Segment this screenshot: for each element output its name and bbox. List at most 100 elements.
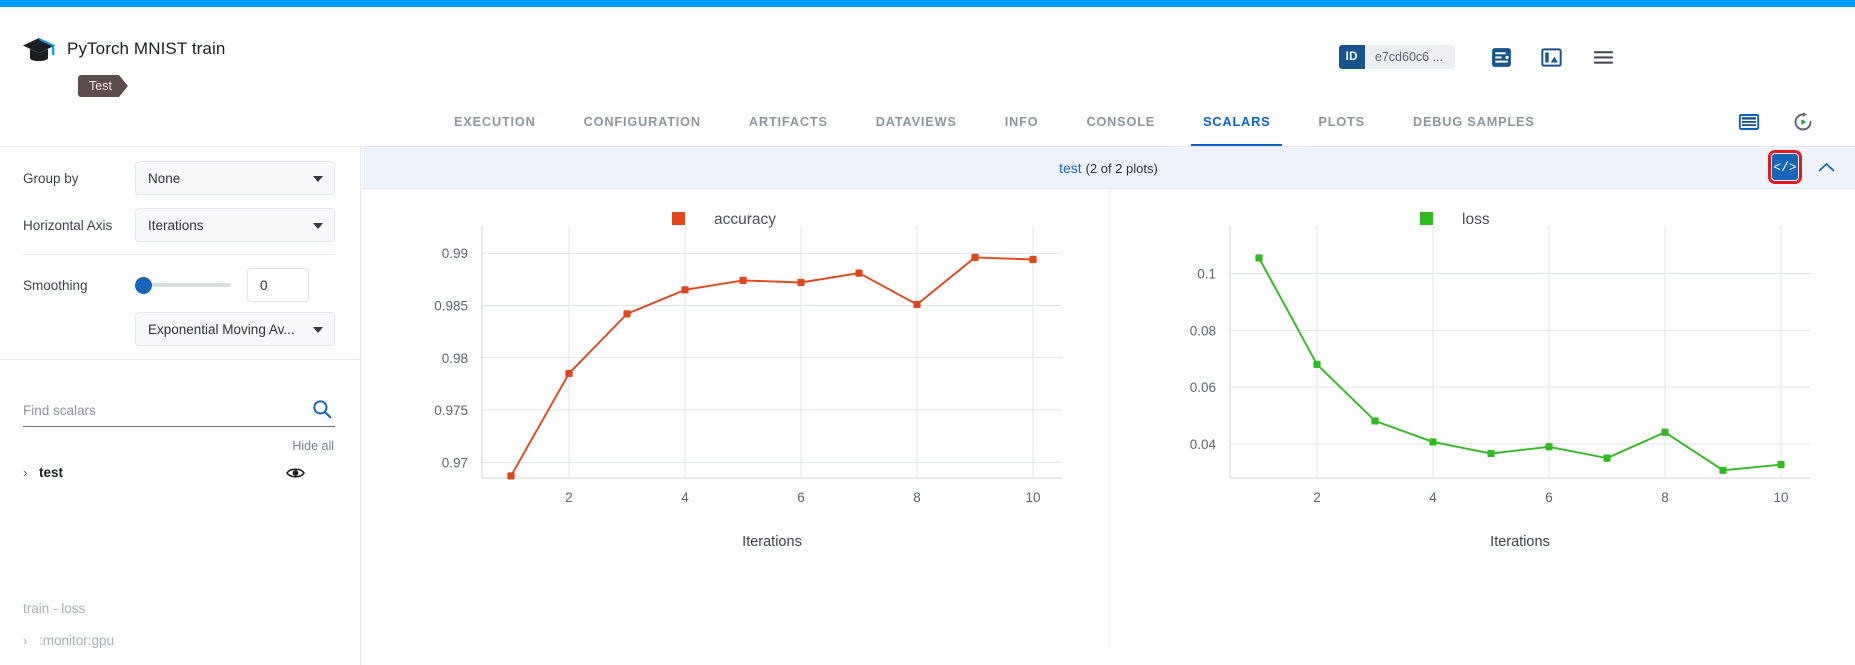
- tag-chip[interactable]: Test: [78, 75, 128, 97]
- y-tick-label: 0.04: [1190, 437, 1217, 452]
- horizontal-axis-select[interactable]: Iterations: [135, 208, 335, 242]
- data-point[interactable]: [739, 277, 746, 284]
- hide-all-button[interactable]: Hide all: [292, 439, 334, 453]
- refresh-auto-icon[interactable]: [1791, 110, 1815, 134]
- id-label: ID: [1339, 45, 1365, 69]
- smoothing-type-value: Exponential Moving Av...: [148, 322, 295, 337]
- tab-debug-samples[interactable]: DEBUG SAMPLES: [1389, 99, 1559, 146]
- x-tick-label: 6: [797, 490, 805, 505]
- group-by-select[interactable]: None: [135, 161, 335, 195]
- y-tick-label: 0.08: [1190, 323, 1216, 338]
- chevron-right-icon[interactable]: ›: [23, 633, 39, 648]
- data-point[interactable]: [565, 370, 572, 377]
- page-header: PyTorch MNIST train Test ID e7cd60c6 ...: [0, 7, 1855, 99]
- data-point[interactable]: [855, 269, 862, 276]
- data-point[interactable]: [797, 279, 804, 286]
- hamburger-menu-icon[interactable]: [1591, 45, 1616, 70]
- loss-line-chart[interactable]: loss0.040.060.080.1246810Iterations: [1110, 190, 1855, 645]
- scalar-group-label: :monitor:gpu: [39, 633, 114, 648]
- table-view-icon[interactable]: [1737, 110, 1761, 134]
- scalar-group-monitor-gpu[interactable]: › :monitor:gpu: [23, 633, 335, 648]
- chevron-right-icon[interactable]: ›: [23, 465, 39, 480]
- scalar-group-label: test: [39, 465, 63, 480]
- data-point[interactable]: [1255, 254, 1262, 261]
- horizontal-axis-value: Iterations: [148, 218, 204, 233]
- plot-card-loss[interactable]: loss0.040.060.080.1246810Iterations: [1109, 190, 1855, 645]
- search-underline: [23, 426, 335, 427]
- embed-code-button[interactable]: </>: [1772, 154, 1798, 180]
- tab-scalars[interactable]: SCALARS: [1179, 99, 1294, 146]
- smoothing-type-select[interactable]: Exponential Moving Av...: [135, 312, 335, 346]
- horizontal-axis-row: Horizontal Axis Iterations: [23, 208, 335, 242]
- smoothing-value-input[interactable]: [247, 268, 309, 302]
- embed-code-label: </>: [1773, 161, 1796, 174]
- plot-panel-title-text[interactable]: test: [1059, 160, 1082, 176]
- data-point[interactable]: [1661, 429, 1668, 436]
- scalars-sidebar: Group by None Horizontal Axis Iterations…: [0, 147, 361, 665]
- x-axis-title: Iterations: [742, 534, 802, 550]
- scalars-page: COMPLETED PyTorch MNIST train Test ID e7…: [0, 0, 1855, 665]
- tab-configuration[interactable]: CONFIGURATION: [560, 99, 725, 146]
- data-point[interactable]: [681, 286, 688, 293]
- x-tick-label: 4: [1429, 490, 1437, 505]
- smoothing-slider[interactable]: [135, 268, 231, 302]
- tab-info[interactable]: INFO: [981, 99, 1063, 146]
- scalar-item-train-loss[interactable]: train - loss: [23, 601, 85, 616]
- tab-console[interactable]: CONSOLE: [1062, 99, 1179, 146]
- chevron-down-icon: [313, 176, 323, 182]
- horizontal-axis-label: Horizontal Axis: [23, 218, 135, 233]
- chevron-up-icon: [1818, 162, 1835, 173]
- data-point[interactable]: [971, 254, 978, 261]
- tab-plots[interactable]: PLOTS: [1294, 99, 1389, 146]
- y-tick-label: 0.985: [434, 299, 468, 314]
- experiment-id-chip[interactable]: ID e7cd60c6 ...: [1339, 45, 1455, 69]
- sidebar-divider: [23, 254, 335, 255]
- plots-area: accuracy0.970.9750.980.9850.99246810Iter…: [362, 190, 1855, 645]
- scalar-group-test[interactable]: › test: [23, 465, 335, 480]
- data-point[interactable]: [1719, 467, 1726, 474]
- data-point[interactable]: [1487, 450, 1494, 457]
- data-point[interactable]: [1777, 461, 1784, 468]
- eye-icon[interactable]: [286, 466, 305, 480]
- legend-label[interactable]: accuracy: [714, 211, 776, 228]
- series-line-accuracy[interactable]: [511, 257, 1033, 476]
- search-icon[interactable]: [311, 398, 333, 420]
- data-point[interactable]: [1029, 256, 1036, 263]
- x-tick-label: 8: [1661, 490, 1669, 505]
- data-point[interactable]: [1545, 443, 1552, 450]
- data-point[interactable]: [507, 472, 514, 479]
- x-axis-title: Iterations: [1490, 534, 1550, 550]
- legend-label[interactable]: loss: [1462, 211, 1490, 228]
- group-by-label: Group by: [23, 171, 135, 186]
- search-input[interactable]: [23, 395, 305, 425]
- collapse-panel-button[interactable]: [1815, 156, 1837, 178]
- list-view-icon[interactable]: [1489, 45, 1514, 70]
- plot-panel-title: test (2 of 2 plots): [1059, 160, 1158, 176]
- slider-track[interactable]: [145, 283, 231, 287]
- x-tick-label: 6: [1545, 490, 1553, 505]
- smoothing-type-row: Exponential Moving Av...: [135, 312, 335, 346]
- tab-artifacts[interactable]: ARTIFACTS: [725, 99, 852, 146]
- data-point[interactable]: [623, 310, 630, 317]
- plot-card-accuracy[interactable]: accuracy0.970.9750.980.9850.99246810Iter…: [362, 190, 1108, 645]
- accuracy-line-chart[interactable]: accuracy0.970.9750.980.9850.99246810Iter…: [362, 190, 1108, 645]
- data-point[interactable]: [1313, 361, 1320, 368]
- y-tick-label: 0.97: [442, 455, 468, 470]
- slider-thumb[interactable]: [135, 277, 152, 294]
- y-tick-label: 0.06: [1190, 380, 1216, 395]
- plot-panel-header: test (2 of 2 plots) </>: [362, 147, 1855, 189]
- plot-count-label: (2 of 2 plots): [1086, 161, 1158, 176]
- data-point[interactable]: [1429, 438, 1436, 445]
- graduation-cap-icon: [22, 36, 56, 66]
- legend-swatch: [672, 212, 685, 225]
- id-value: e7cd60c6 ...: [1365, 45, 1455, 69]
- compare-panel-icon[interactable]: [1539, 45, 1564, 70]
- tab-dataviews[interactable]: DATAVIEWS: [852, 99, 981, 146]
- data-point[interactable]: [913, 301, 920, 308]
- tab-execution[interactable]: EXECUTION: [430, 99, 560, 146]
- series-line-loss[interactable]: [1259, 258, 1781, 470]
- data-point[interactable]: [1603, 455, 1610, 462]
- group-by-value: None: [148, 171, 180, 186]
- sidebar-section-divider: [0, 359, 361, 360]
- data-point[interactable]: [1371, 417, 1378, 424]
